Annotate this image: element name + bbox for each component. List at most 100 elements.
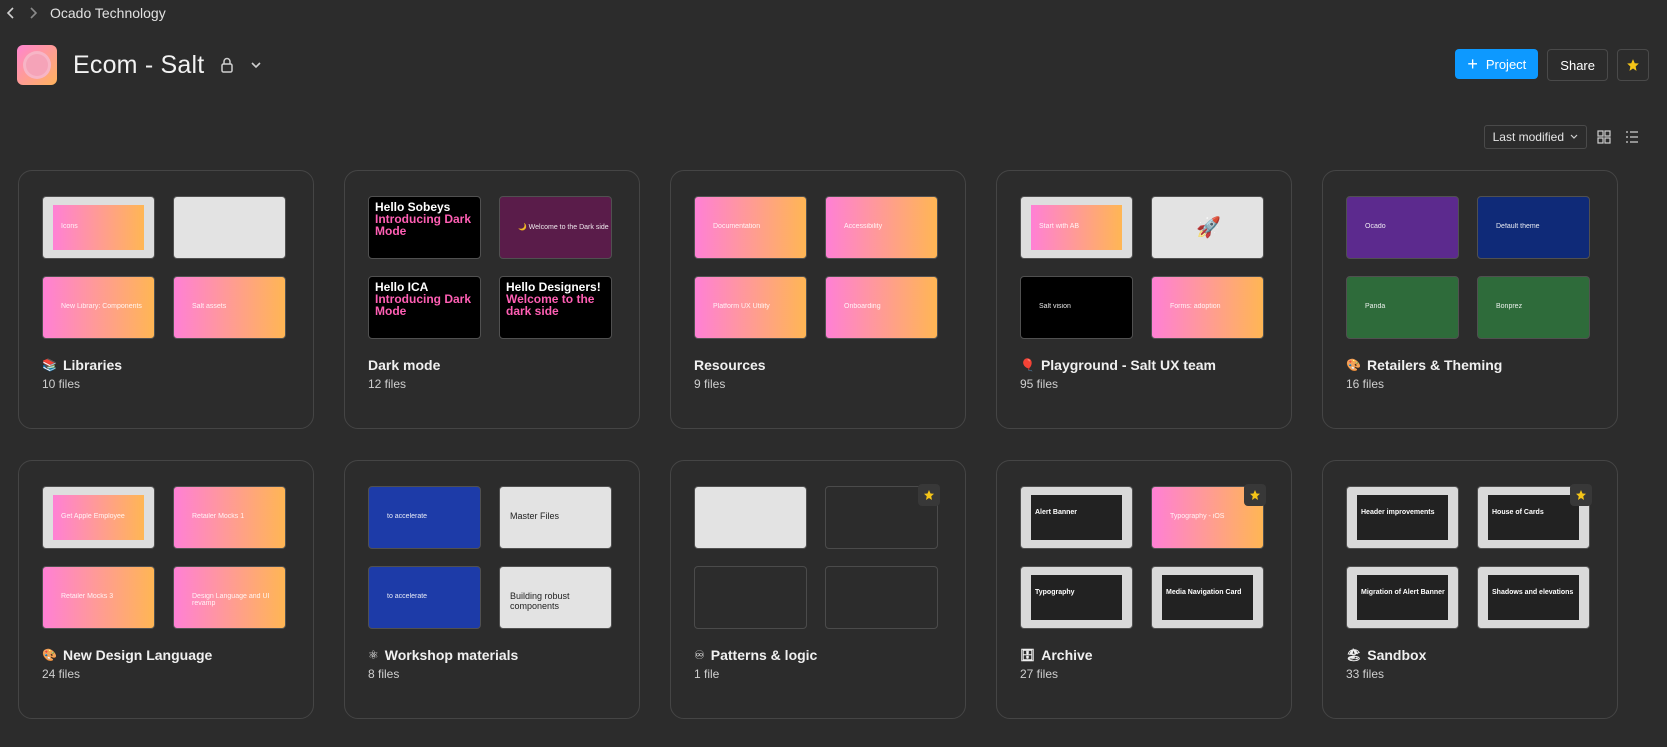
- thumbnail-label: Forms: adoption: [1170, 303, 1221, 310]
- breadcrumb[interactable]: Ocado Technology: [50, 5, 166, 21]
- thumbnail-label: House of Cards: [1492, 509, 1544, 516]
- star-icon[interactable]: [918, 484, 940, 506]
- file-thumbnail[interactable]: Design Language and UI revamp: [173, 566, 286, 629]
- file-thumbnail[interactable]: Typography - iOS: [1151, 484, 1266, 549]
- star-icon: [1627, 59, 1639, 71]
- file-thumbnail[interactable]: New Library: Components: [42, 276, 155, 339]
- thumbnail-grid: Icons New Library: Components Salt assets: [42, 196, 286, 339]
- thumbnail-label: to accelerate: [387, 513, 428, 520]
- file-thumbnail[interactable]: Hello Designers! Welcome to the dark side: [499, 276, 612, 339]
- thumbnail-label: Header improvements: [1361, 509, 1435, 516]
- file-thumbnail[interactable]: Get Apple Employee: [42, 486, 155, 549]
- thumbnail-label: Default theme: [1496, 223, 1540, 230]
- project-card[interactable]: Get Apple Employee Retailer Mocks 1 Retail…: [18, 460, 314, 719]
- file-thumbnail[interactable]: Default theme: [1477, 196, 1590, 259]
- project-card[interactable]: Icons New Library: Components Salt assets 📚…: [18, 170, 314, 429]
- file-thumbnail[interactable]: [825, 566, 938, 629]
- project-card[interactable]: Start with AB 🚀 Salt vision Forms: adoption…: [996, 170, 1292, 429]
- share-button[interactable]: Share: [1547, 49, 1608, 81]
- project-card-title-text: Dark mode: [368, 357, 441, 373]
- project-card-title: Dark mode: [368, 357, 440, 373]
- file-thumbnail[interactable]: Retailer Mocks 1: [173, 486, 286, 549]
- thumbnail-label: Bonprez: [1496, 303, 1523, 310]
- file-thumbnail[interactable]: [825, 484, 940, 549]
- file-count: 24 files: [42, 667, 81, 681]
- file-thumbnail[interactable]: 🌙 Welcome to the Dark side: [499, 196, 612, 259]
- file-thumbnail[interactable]: Hello ICA Introducing Dark Mode: [368, 276, 481, 339]
- file-thumbnail[interactable]: Alert Banner: [1020, 486, 1133, 549]
- thumbnail-heading-line2: Introducing Dark Mode: [375, 212, 472, 238]
- project-logo: [17, 45, 57, 85]
- project-card[interactable]: Alert Banner Typography - iOS Typography Me…: [996, 460, 1292, 719]
- project-card-title: 🎨 New Design Language: [42, 647, 212, 663]
- file-thumbnail[interactable]: [694, 566, 807, 629]
- file-thumbnail[interactable]: Forms: adoption: [1151, 276, 1264, 339]
- file-count: 16 files: [1346, 377, 1385, 391]
- file-thumbnail[interactable]: Documentation: [694, 196, 807, 259]
- file-thumbnail[interactable]: [173, 196, 286, 259]
- file-thumbnail[interactable]: Onboarding: [825, 276, 938, 339]
- thumbnail-label: Start with AB: [1039, 223, 1080, 230]
- project-card[interactable]: ♾ Patterns & logic 1 file: [670, 460, 966, 719]
- file-thumbnail[interactable]: Shadows and elevations: [1477, 566, 1590, 629]
- thumbnail-label: New Library: Components: [61, 303, 142, 310]
- thumbnail-label: 🌙 Welcome to the Dark side: [518, 224, 609, 231]
- thumbnail-label: Master Files: [510, 511, 560, 521]
- project-card-title: ⚛ Workshop materials: [368, 647, 518, 663]
- file-thumbnail[interactable]: 🚀: [1151, 196, 1264, 259]
- favorite-button[interactable]: [1617, 49, 1649, 81]
- file-thumbnail[interactable]: [694, 486, 807, 549]
- file-thumbnail[interactable]: Salt assets: [173, 276, 286, 339]
- star-icon[interactable]: [1570, 484, 1592, 506]
- project-card[interactable]: Ocado Default theme Panda Bonprez 🎨 Retailers…: [1322, 170, 1618, 429]
- project-card-title: 🎈 Playground - Salt UX team: [1020, 357, 1216, 373]
- new-project-button[interactable]: + Project: [1455, 49, 1539, 79]
- thumbnail-label: Ocado: [1365, 223, 1386, 230]
- project-card[interactable]: Header improvements House of Cards Migrati…: [1322, 460, 1618, 719]
- star-icon[interactable]: [1244, 484, 1266, 506]
- project-card[interactable]: to accelerate Master Files to accelerate Bu…: [344, 460, 640, 719]
- file-thumbnail[interactable]: to accelerate: [368, 566, 481, 629]
- file-thumbnail[interactable]: Migration of Alert Banner: [1346, 566, 1459, 629]
- file-thumbnail[interactable]: Accessibility: [825, 196, 938, 259]
- file-thumbnail[interactable]: Master Files: [499, 486, 612, 549]
- chevron-down-icon[interactable]: [250, 61, 262, 69]
- thumbnail-heading-line2: Welcome to the dark side: [506, 292, 595, 318]
- file-thumbnail[interactable]: to accelerate: [368, 486, 481, 549]
- thumbnail-frame: [1488, 575, 1579, 620]
- file-thumbnail[interactable]: House of Cards: [1477, 484, 1592, 549]
- forward-arrow-icon[interactable]: [22, 2, 44, 24]
- thumbnail-heading: Hello Designers! Welcome to the dark side: [506, 281, 611, 317]
- list-view-icon[interactable]: [1621, 126, 1643, 148]
- thumbnail-grid: Alert Banner Typography - iOS Typography Me…: [1020, 484, 1266, 629]
- file-thumbnail[interactable]: Header improvements: [1346, 486, 1459, 549]
- thumbnail-frame: [1031, 495, 1122, 540]
- file-thumbnail[interactable]: Start with AB: [1020, 196, 1133, 259]
- project-card[interactable]: Documentation Accessibility Platform UX Ut…: [670, 170, 966, 429]
- thumbnail-label: Onboarding: [844, 303, 881, 310]
- file-thumbnail[interactable]: Retailer Mocks 3: [42, 566, 155, 629]
- file-thumbnail[interactable]: Platform UX Utility: [694, 276, 807, 339]
- project-card[interactable]: Hello Sobeys Introducing Dark Mode 🌙 Welco…: [344, 170, 640, 429]
- file-thumbnail[interactable]: Typography: [1020, 566, 1133, 629]
- file-thumbnail[interactable]: Panda: [1346, 276, 1459, 339]
- thumbnail-label: Salt vision: [1039, 303, 1071, 310]
- thumbnail-grid: Hello Sobeys Introducing Dark Mode 🌙 Welco…: [368, 196, 612, 339]
- file-thumbnail[interactable]: Bonprez: [1477, 276, 1590, 339]
- back-arrow-icon[interactable]: [0, 2, 22, 24]
- file-thumbnail[interactable]: Ocado: [1346, 196, 1459, 259]
- file-count: 9 files: [694, 377, 726, 391]
- top-nav-bar: Ocado Technology: [0, 0, 166, 26]
- file-thumbnail[interactable]: Icons: [42, 196, 155, 259]
- file-thumbnail[interactable]: Salt vision: [1020, 276, 1133, 339]
- thumbnail-frame: [1162, 575, 1253, 620]
- file-thumbnail[interactable]: Hello Sobeys Introducing Dark Mode: [368, 196, 481, 259]
- project-card-title: 📚 Libraries: [42, 357, 122, 373]
- sort-select[interactable]: Last modified: [1483, 125, 1587, 149]
- grid-view-icon[interactable]: [1593, 126, 1615, 148]
- thumbnail-label: Migration of Alert Banner: [1361, 589, 1445, 596]
- thumbnail-label: Platform UX Utility: [713, 303, 770, 310]
- project-emoji-icon: 🏖: [1346, 648, 1362, 662]
- file-thumbnail[interactable]: Building robust components: [499, 566, 612, 629]
- file-thumbnail[interactable]: Media Navigation Card: [1151, 566, 1264, 629]
